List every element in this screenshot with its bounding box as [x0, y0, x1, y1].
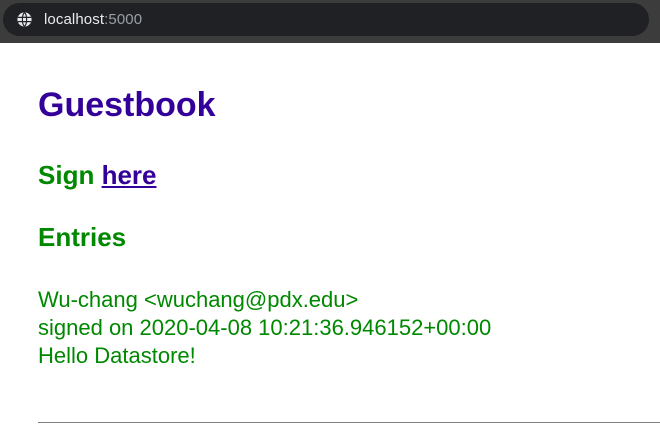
guestbook-entry: Wu-chang <wuchang@pdx.edu> signed on 202…: [38, 286, 491, 370]
url-port: :5000: [104, 11, 143, 28]
horizontal-divider: [38, 422, 660, 423]
page-title: Guestbook: [38, 86, 216, 124]
page-content: Guestbook Sign here Entries Wu-chang <wu…: [0, 43, 660, 428]
globe-icon[interactable]: [16, 11, 33, 28]
url-text[interactable]: localhost:5000: [44, 11, 142, 28]
url-host: localhost: [44, 11, 105, 28]
sign-here-link[interactable]: here: [102, 160, 157, 190]
sign-heading: Sign here: [38, 160, 157, 191]
entry-author: Wu-chang <wuchang@pdx.edu>: [38, 287, 359, 312]
entry-message: Hello Datastore!: [38, 343, 196, 368]
entries-heading: Entries: [38, 222, 127, 252]
address-bar[interactable]: localhost:5000: [3, 3, 649, 36]
entry-signed-date: signed on 2020-04-08 10:21:36.946152+00:…: [38, 315, 492, 340]
browser-toolbar: localhost:5000: [0, 0, 660, 43]
sign-heading-prefix: Sign: [38, 160, 95, 190]
